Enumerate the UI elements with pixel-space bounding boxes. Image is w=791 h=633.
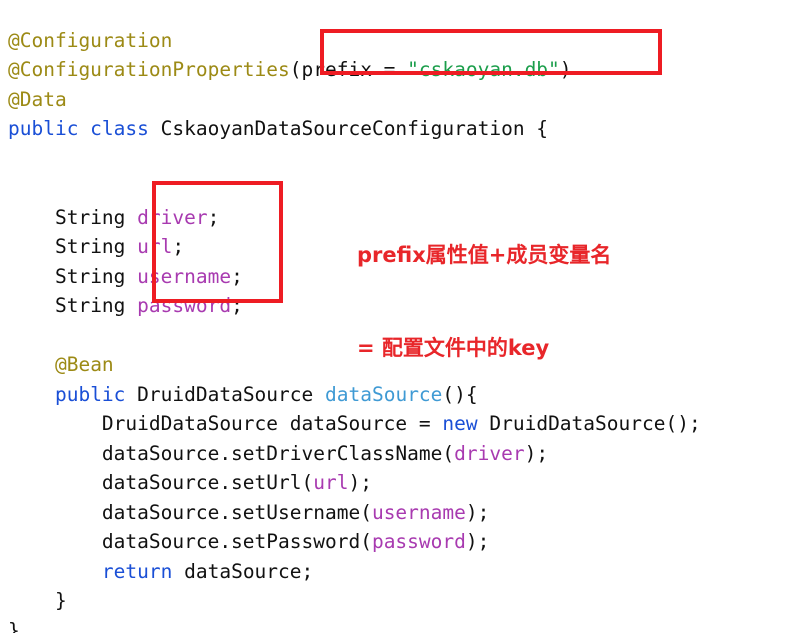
annotation-note-line-2: = 配置文件中的key: [357, 336, 550, 360]
code-token-plain: String: [54, 235, 138, 258]
code-token-plain: dataSource.setDriverClassName(: [101, 441, 455, 465]
code-token-field: password: [371, 530, 466, 553]
code-token-field: password: [137, 294, 232, 317]
code-token-plain: (prefix =: [289, 58, 408, 81]
code-token-plain: ;: [172, 235, 185, 258]
code-token-field: driver: [454, 441, 525, 465]
code-line: @Configuration: [8, 26, 701, 56]
code-screenshot-canvas: @Configuration @ConfigurationProperties(p…: [0, 0, 791, 633]
code-token-field: url: [313, 471, 349, 494]
code-line: }: [8, 616, 701, 633]
code-token-plain: String: [54, 264, 138, 288]
code-token-plain: dataSource.setUsername(: [101, 500, 372, 524]
code-token-keyword: public class: [8, 117, 149, 140]
code-token-plain: }: [8, 618, 20, 633]
code-token-plain: ;: [231, 264, 243, 288]
code-token-annotation: @ConfigurationProperties: [8, 58, 290, 81]
code-line: }: [8, 586, 701, 616]
code-token-plain: }: [54, 589, 67, 612]
code-line: dataSource.setUsername(username);: [8, 498, 701, 528]
code-token-field: username: [371, 500, 466, 524]
annotation-note-line-1: prefix属性值+成员变量名: [357, 243, 612, 267]
code-token-plain: dataSource.setUrl(: [101, 471, 314, 494]
code-token-keyword: public: [54, 382, 126, 406]
code-token-plain: );: [348, 471, 372, 494]
code-token-plain: dataSource;: [172, 559, 314, 583]
annotation-note: prefix属性值+成员变量名 = 配置文件中的key: [357, 178, 611, 426]
code-token-annotation: @Bean: [54, 353, 114, 376]
code-line: @ConfigurationProperties(prefix = "cskao…: [8, 55, 701, 85]
code-token-annotation: @Configuration: [8, 28, 173, 52]
code-token-field: driver: [137, 205, 208, 229]
code-line: public class CskaoyanDataSourceConfigura…: [8, 114, 701, 144]
code-token-field: username: [137, 264, 232, 288]
code-token-plain: CskaoyanDataSourceConfiguration {: [148, 117, 549, 140]
code-token-plain: String: [54, 294, 138, 317]
code-token-field: url: [137, 235, 173, 258]
code-token-string: "cskaoyan.db": [407, 58, 560, 81]
code-line: return dataSource;: [8, 557, 701, 587]
code-token-plain: ;: [231, 294, 243, 317]
code-token-plain: );: [465, 500, 490, 524]
code-token-plain: );: [524, 441, 549, 465]
code-line: dataSource.setPassword(password);: [8, 527, 701, 557]
code-token-plain: ): [559, 58, 572, 81]
code-token-annotation: @Data: [8, 87, 67, 111]
code-line: dataSource.setUrl(url);: [8, 468, 701, 498]
code-token-plain: DruidDataSource: [125, 382, 326, 406]
code-line: dataSource.setDriverClassName(driver);: [8, 439, 701, 469]
code-token-plain: ;: [207, 205, 220, 229]
code-line: @Data: [8, 85, 701, 115]
code-token-keyword: return: [101, 559, 173, 583]
code-token-plain: );: [465, 530, 490, 553]
code-token-plain: dataSource.setPassword(: [101, 530, 372, 553]
code-token-plain: String: [54, 205, 138, 229]
